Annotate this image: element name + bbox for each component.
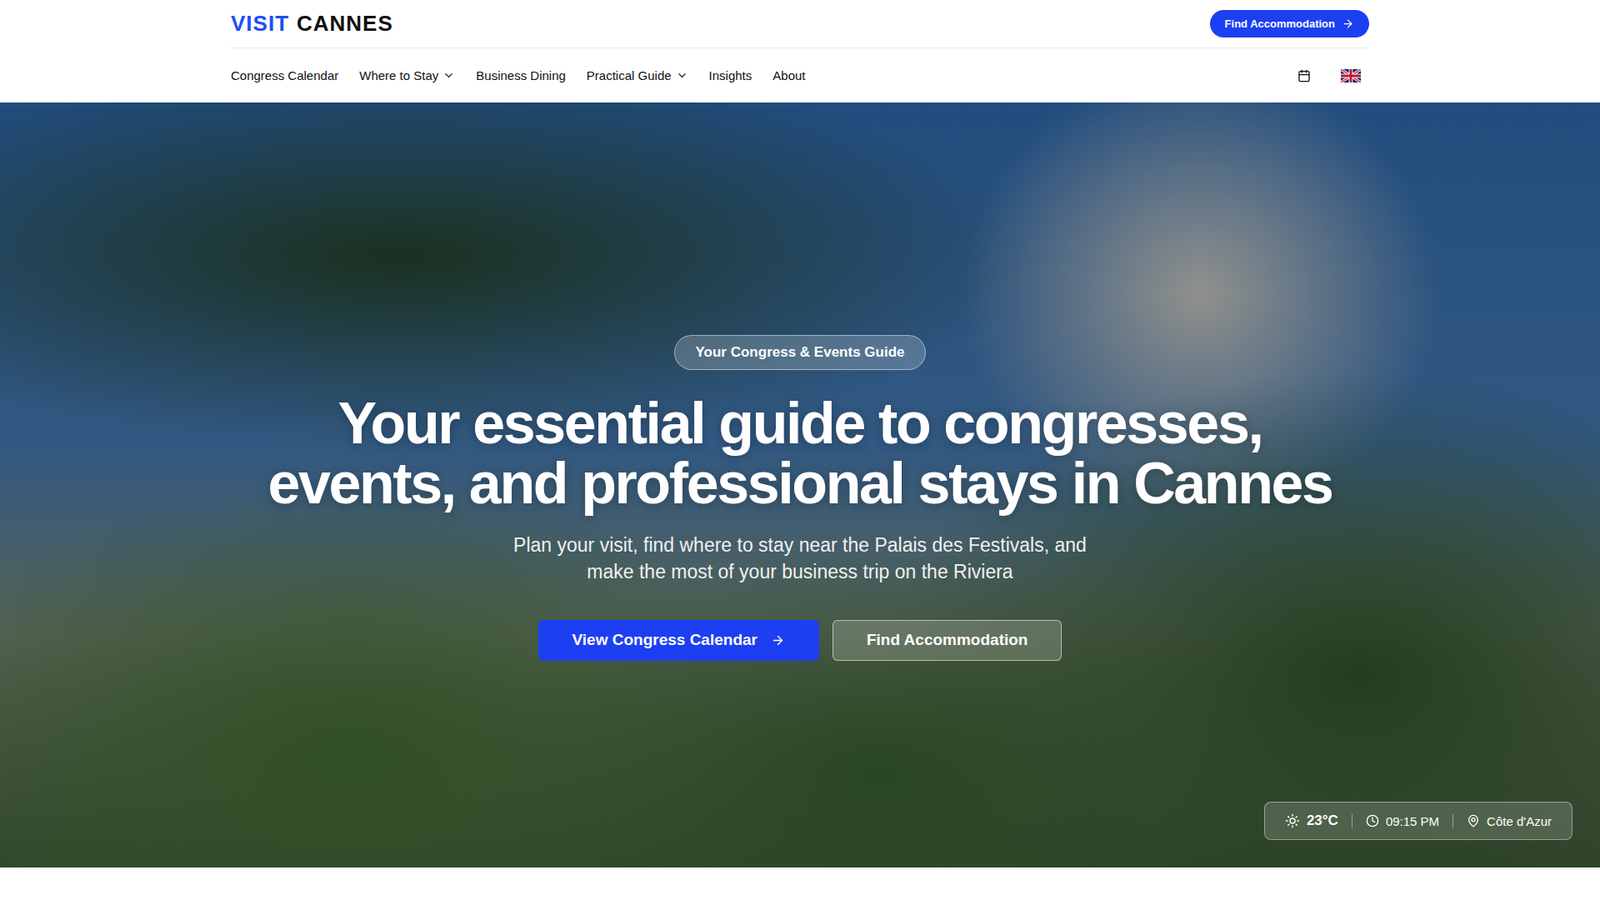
find-accommodation-hero-button[interactable]: Find Accommodation — [832, 620, 1063, 661]
main-nav: Congress Calendar Where to Stay Business D… — [230, 48, 1370, 103]
nav-item[interactable]: Practical Guide — [586, 68, 689, 83]
find-accommodation-button[interactable]: Find Accommodation — [1210, 10, 1370, 38]
nav-list: Congress Calendar Where to Stay Business D… — [230, 68, 805, 83]
hero-title-line: events, and professional stays in Cannes — [267, 453, 1332, 514]
hero-subtitle-line: Plan your visit, find where to stay near… — [513, 531, 1087, 559]
hero-subtitle: Plan your visit, find where to stay near… — [513, 531, 1087, 585]
chevron-down-icon — [442, 69, 455, 82]
top-row: VISITCANNES Find Accommodation — [230, 0, 1370, 49]
logo-name[interactable]: CANNES — [296, 10, 394, 37]
site-header: VISITCANNES Find Accommodation Congress Ca… — [0, 0, 1600, 103]
location: Côte d'Azur — [1452, 814, 1552, 829]
hero-title-line: Your essential guide to congresses, — [267, 393, 1332, 454]
nav-item[interactable]: Business Dining — [475, 68, 566, 83]
page: VISITCANNES Find Accommodation Congress Ca… — [0, 0, 1600, 900]
nav-tools — [1297, 69, 1370, 83]
hero-title: Your essential guide to congresses,event… — [267, 393, 1332, 514]
temperature: 23°C — [1285, 812, 1352, 830]
uk-flag-icon[interactable] — [1340, 69, 1361, 83]
map-pin-icon — [1466, 814, 1480, 828]
view-calendar-button[interactable]: View Congress Calendar — [538, 620, 820, 661]
sun-icon — [1285, 813, 1300, 829]
hero-buttons: View Congress Calendar Find Accommodation — [538, 620, 1063, 661]
hero-badge: Your Congress & Events Guide — [674, 335, 927, 370]
nav-item[interactable]: Insights — [709, 68, 753, 83]
logo-accent[interactable]: VISIT — [230, 10, 290, 37]
hero: Your Congress & Events Guide Your essenti… — [0, 102, 1600, 868]
arrow-right-icon — [1341, 17, 1355, 30]
header-container: VISITCANNES Find Accommodation Congress Ca… — [230, 0, 1370, 103]
nav-item[interactable]: About — [772, 68, 805, 83]
logo[interactable]: VISITCANNES — [230, 10, 394, 37]
hero-subtitle-line: make the most of your business trip on t… — [513, 558, 1087, 585]
nav-item[interactable]: Congress Calendar — [230, 68, 339, 83]
local-time: 09:15 PM — [1351, 814, 1453, 829]
chevron-down-icon — [675, 69, 689, 82]
clock-icon — [1365, 814, 1380, 828]
arrow-right-icon — [770, 633, 785, 648]
calendar-icon[interactable] — [1297, 69, 1311, 83]
info-bar: 23°C09:15 PMCôte d'Azur — [1264, 801, 1573, 840]
nav-item[interactable]: Where to Stay — [359, 68, 455, 83]
